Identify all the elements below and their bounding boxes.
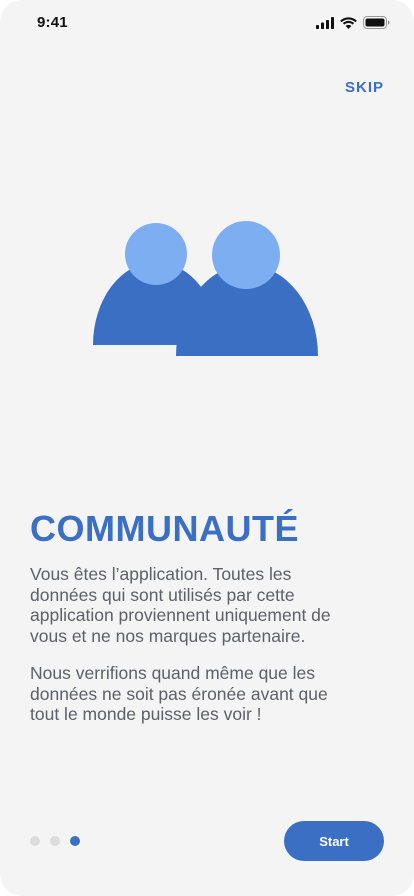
status-time: 9:41 [37,14,68,31]
start-button[interactable]: Start [284,821,384,861]
person-left-head [125,223,187,285]
person-right-head [212,221,280,289]
community-people-icon [93,221,318,356]
skip-button[interactable]: SKIP [345,79,384,96]
page-dot-3[interactable] [70,836,80,846]
description-line: vous et ne nos marques partenaire. [30,625,306,646]
status-icons [316,16,390,29]
description-paragraph-1: Vous êtes l’application. Toutes les donn… [30,564,390,646]
page-dot-2[interactable] [50,836,60,846]
page-dot-1[interactable] [30,836,40,846]
description-paragraph-2: Nous verrifions quand même que les donné… [30,663,390,725]
description-line: application proviennent uniquement de [30,605,331,625]
description-line: données ne soit pas éronée avant que [30,683,328,704]
description-line: Vous êtes l’application. Toutes les [30,564,292,584]
signal-icon [316,16,334,29]
wifi-icon [340,16,357,29]
status-bar: 9:41 [0,0,414,46]
battery-icon [363,16,390,29]
page-title: COMMUNAUTÉ [30,508,299,549]
description-line: données qui sont utilisés par cette [30,584,295,605]
onboarding-screen: 9:41 SKIP COMMUNAUTÉ Vous êtes l’applica… [0,0,414,896]
description-line: Nous verrifions quand même que les [30,663,316,683]
description-line: tout le monde puisse les voir ! [30,704,262,724]
page-indicator [30,836,80,846]
